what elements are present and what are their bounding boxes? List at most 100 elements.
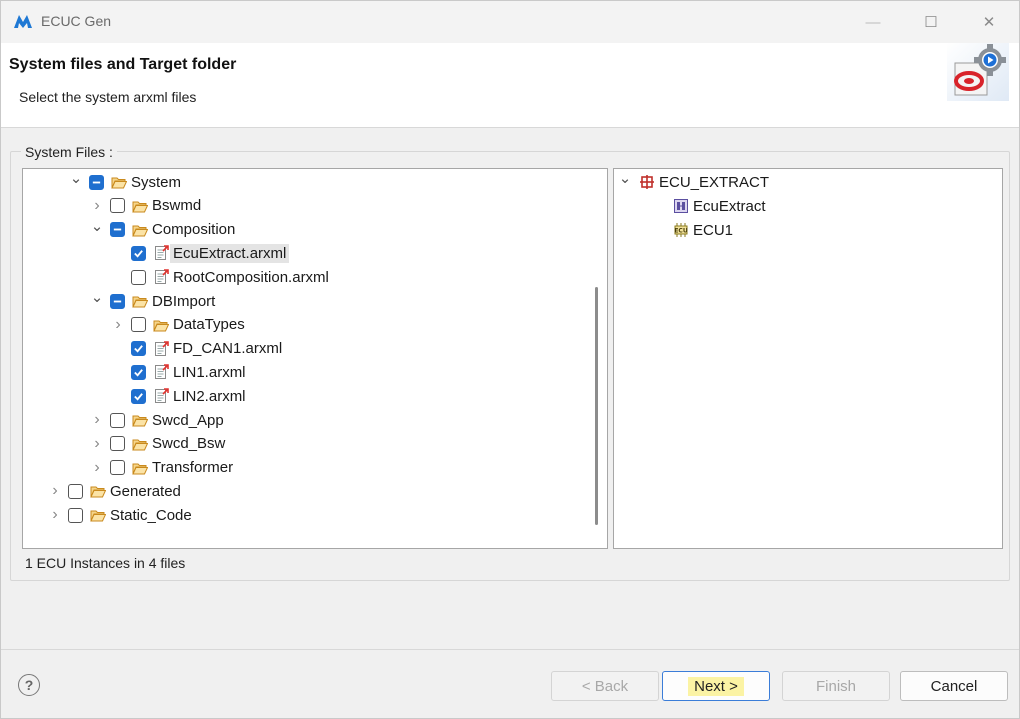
checkbox[interactable] [68, 507, 83, 523]
tree-item[interactable]: › Transformer [90, 457, 233, 479]
page-title: System files and Target folder [9, 56, 237, 73]
collapse-chevron-icon[interactable]: › [90, 195, 104, 217]
tree-item-label: Generated [110, 482, 181, 500]
collapse-chevron-icon[interactable]: › [90, 433, 104, 455]
system-files-group: System Files : ⌄ System › Bswmd ⌄ Composition… [10, 144, 1010, 581]
folder-open-icon [89, 507, 106, 523]
collapse-chevron-icon[interactable]: › [90, 409, 104, 431]
checkbox[interactable] [110, 222, 125, 238]
tree-item[interactable]: FD_CAN1.arxml [111, 338, 282, 360]
tree-item-label: RootComposition.arxml [173, 268, 329, 286]
tree-item-label: Transformer [152, 459, 234, 477]
folder-open-icon [131, 460, 148, 476]
finish-button[interactable]: Finish [782, 671, 890, 701]
page-subtitle: Select the system arxml files [19, 89, 197, 105]
tree-item[interactable]: › DataTypes [111, 314, 245, 336]
tree-item-label: Static_Code [110, 506, 192, 524]
checkbox[interactable] [89, 174, 104, 190]
system-files-tree[interactable]: ⌄ System › Bswmd ⌄ Composition EcuExtract.arxm… [22, 168, 608, 549]
checkbox[interactable] [110, 198, 125, 214]
tree-item-label: DataTypes [173, 316, 245, 334]
back-label: < Back [581, 677, 629, 695]
checkbox[interactable] [131, 364, 146, 380]
checkbox[interactable] [131, 245, 146, 261]
tree-item-label: ECU_EXTRACT [659, 173, 770, 191]
minimize-icon: — [865, 13, 881, 31]
arxml-file-icon [152, 245, 169, 261]
minimize-button[interactable]: — [851, 9, 895, 35]
checkbox[interactable] [110, 412, 125, 428]
expand-chevron-icon[interactable]: ⌄ [90, 286, 104, 308]
tree-item[interactable]: › Generated [48, 480, 181, 502]
checkbox[interactable] [68, 483, 83, 499]
tree-item[interactable]: LIN2.arxml [111, 385, 246, 407]
tree-item-label: Swcd_Bsw [152, 435, 226, 453]
status-text: 1 ECU Instances in 4 files [25, 555, 186, 571]
svg-text:ECU: ECU [674, 228, 688, 235]
expand-chevron-icon[interactable]: ⌄ [618, 169, 632, 189]
collapse-chevron-icon[interactable]: › [111, 314, 125, 336]
folder-open-icon [89, 483, 106, 499]
tree-item[interactable]: EcuExtract.arxml [111, 242, 290, 264]
tree-item[interactable]: RootComposition.arxml [111, 266, 329, 288]
checkbox[interactable] [110, 460, 125, 476]
tree-item-label: Bswmd [152, 197, 202, 215]
help-button[interactable]: ? [18, 674, 40, 696]
tree-item[interactable]: › Bswmd [90, 195, 201, 217]
arxml-file-icon [152, 388, 169, 404]
group-label: System Files : [21, 144, 117, 160]
maximize-button[interactable]: ☐ [909, 9, 953, 35]
footer-divider [1, 649, 1019, 650]
collapse-chevron-icon[interactable]: › [48, 504, 62, 526]
cancel-label: Cancel [930, 677, 978, 695]
folder-open-icon [131, 222, 148, 238]
tree-item-label: EcuExtract [693, 197, 766, 215]
collapse-chevron-icon[interactable]: › [90, 457, 104, 479]
arxml-file-icon [152, 364, 169, 380]
cancel-button[interactable]: Cancel [900, 671, 1008, 701]
tree-item[interactable]: › Static_Code [48, 504, 192, 526]
ecuc-gen-dialog: ECUC Gen — ☐ ✕ System files and Target f… [0, 0, 1020, 719]
title-bar: ECUC Gen — ☐ ✕ [1, 1, 1019, 43]
next-label: Next > [688, 676, 744, 696]
close-button[interactable]: ✕ [967, 9, 1011, 35]
tree-item[interactable]: ⌄ ECU_EXTRACT [618, 169, 770, 193]
app-logo-icon [14, 15, 32, 28]
checkbox[interactable] [110, 293, 125, 309]
window-title: ECUC Gen [41, 13, 112, 29]
folder-open-icon [131, 198, 148, 214]
checkbox[interactable] [131, 341, 146, 357]
wizard-gear-icon [947, 43, 1009, 101]
folder-open-icon [152, 317, 169, 333]
tree-item[interactable]: LIN1.arxml [111, 361, 246, 383]
help-icon: ? [24, 677, 34, 693]
tree-item[interactable]: ECU ECU1 [652, 219, 733, 241]
finish-label: Finish [815, 677, 856, 695]
tree-item[interactable]: ⌄ DBImport [90, 289, 216, 312]
tree-item[interactable]: › Swcd_App [90, 409, 223, 431]
expand-chevron-icon[interactable]: ⌄ [90, 215, 104, 237]
expand-chevron-icon[interactable]: ⌄ [69, 169, 83, 189]
checkbox[interactable] [110, 436, 125, 452]
ecu-extract-tree[interactable]: ⌄ ECU_EXTRACT EcuExtract ECU ECU1 [613, 168, 1003, 549]
tree-item-label: LIN1.arxml [173, 363, 246, 381]
tree-item[interactable]: EcuExtract [652, 195, 766, 217]
tree-item[interactable]: › Swcd_Bsw [90, 433, 225, 455]
tree-item-label: System [131, 173, 182, 191]
arxml-file-icon [152, 269, 169, 285]
vertical-scrollbar[interactable] [595, 287, 598, 525]
back-button[interactable]: < Back [551, 671, 659, 701]
collapse-chevron-icon[interactable]: › [48, 480, 62, 502]
tree-item-label: EcuExtract.arxml [170, 243, 290, 263]
tree-item[interactable]: ⌄ Composition [90, 218, 236, 241]
checkbox[interactable] [131, 269, 146, 285]
tree-item-label: DBImport [152, 292, 216, 310]
next-button[interactable]: Next > [662, 671, 770, 701]
tree-item[interactable]: ⌄ System [69, 169, 182, 193]
checkbox[interactable] [131, 388, 146, 404]
ecu-extract-item-icon [672, 198, 689, 214]
ecu-extract-icon [638, 174, 655, 190]
checkbox[interactable] [131, 317, 146, 333]
